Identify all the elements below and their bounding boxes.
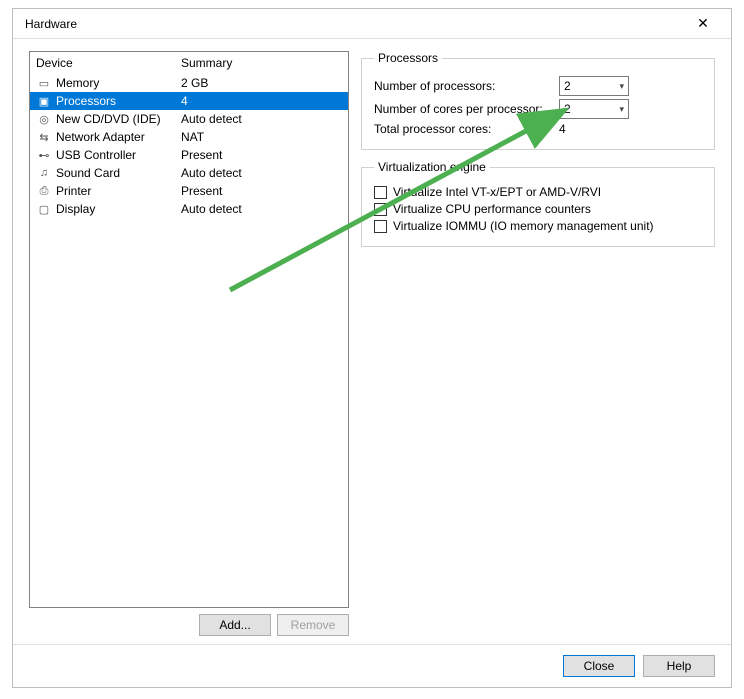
table-row[interactable]: ◎ New CD/DVD (IDE)Auto detect: [30, 110, 348, 128]
device-name: Processors: [56, 94, 181, 108]
virt-vtx-row[interactable]: Virtualize Intel VT-x/EPT or AMD-V/RVI: [374, 185, 702, 199]
device-summary: 2 GB: [181, 76, 342, 90]
table-row[interactable]: ⎙ PrinterPresent: [30, 182, 348, 200]
virt-vtx-label: Virtualize Intel VT-x/EPT or AMD-V/RVI: [393, 185, 601, 199]
chevron-down-icon: ▾: [619, 104, 624, 115]
device-summary: Auto detect: [181, 202, 342, 216]
virt-iommu-label: Virtualize IOMMU (IO memory management u…: [393, 219, 654, 233]
list-buttons: Add... Remove: [29, 608, 349, 636]
device-summary: NAT: [181, 130, 342, 144]
num-processors-value: 2: [564, 79, 571, 93]
hardware-dialog: Hardware ✕ Device Summary ▭ Memory2 GB ▣ Pr…: [12, 8, 732, 688]
dialog-footer: Close Help: [13, 644, 731, 687]
remove-button: Remove: [277, 614, 349, 636]
num-processors-row: Number of processors: 2 ▾: [374, 76, 702, 96]
device-summary: Auto detect: [181, 166, 342, 180]
cores-per-processor-value: 2: [564, 102, 571, 116]
total-cores-row: Total processor cores: 4: [374, 122, 702, 136]
checkbox-icon[interactable]: [374, 203, 387, 216]
device-name: Memory: [56, 76, 181, 90]
device-summary: Present: [181, 184, 342, 198]
num-processors-label: Number of processors:: [374, 79, 559, 93]
help-button[interactable]: Help: [643, 655, 715, 677]
processors-legend: Processors: [374, 51, 442, 65]
table-row[interactable]: ⇆ Network AdapterNAT: [30, 128, 348, 146]
table-row[interactable]: ▭ Memory2 GB: [30, 74, 348, 92]
titlebar: Hardware ✕: [13, 9, 731, 39]
list-rows: ▭ Memory2 GB ▣ Processors4 ◎ New CD/DVD (IDE)…: [30, 74, 348, 607]
device-name: Display: [56, 202, 181, 216]
printer-icon: ⎙: [36, 184, 52, 198]
total-cores-value: 4: [559, 122, 619, 136]
close-button[interactable]: Close: [563, 655, 635, 677]
checkbox-icon[interactable]: [374, 220, 387, 233]
device-pane: Device Summary ▭ Memory2 GB ▣ Processors4 ◎ N…: [29, 51, 349, 636]
processor-icon: ▣: [36, 94, 52, 108]
virt-counters-row[interactable]: Virtualize CPU performance counters: [374, 202, 702, 216]
device-name: Sound Card: [56, 166, 181, 180]
memory-icon: ▭: [36, 76, 52, 90]
virt-iommu-row[interactable]: Virtualize IOMMU (IO memory management u…: [374, 219, 702, 233]
processors-group: Processors Number of processors: 2 ▾ Num…: [361, 51, 715, 150]
table-row[interactable]: ♫ Sound CardAuto detect: [30, 164, 348, 182]
display-icon: ▢: [36, 202, 52, 216]
device-summary: Present: [181, 148, 342, 162]
device-name: USB Controller: [56, 148, 181, 162]
list-header: Device Summary: [30, 52, 348, 74]
table-row[interactable]: ⊷ USB ControllerPresent: [30, 146, 348, 164]
cores-per-processor-select[interactable]: 2 ▾: [559, 99, 629, 119]
cores-per-processor-label: Number of cores per processor:: [374, 102, 559, 116]
add-button[interactable]: Add...: [199, 614, 271, 636]
total-cores-label: Total processor cores:: [374, 122, 559, 136]
device-summary: Auto detect: [181, 112, 342, 126]
device-name: Printer: [56, 184, 181, 198]
device-summary: 4: [181, 94, 342, 108]
device-list[interactable]: Device Summary ▭ Memory2 GB ▣ Processors4 ◎ N…: [29, 51, 349, 608]
table-row[interactable]: ▢ DisplayAuto detect: [30, 200, 348, 218]
network-icon: ⇆: [36, 130, 52, 144]
device-name: Network Adapter: [56, 130, 181, 144]
close-icon[interactable]: ✕: [683, 10, 723, 38]
device-name: New CD/DVD (IDE): [56, 112, 181, 126]
virt-counters-label: Virtualize CPU performance counters: [393, 202, 591, 216]
chevron-down-icon: ▾: [619, 81, 624, 92]
table-row[interactable]: ▣ Processors4: [30, 92, 348, 110]
column-device: Device: [36, 56, 181, 70]
usb-icon: ⊷: [36, 148, 52, 162]
virtualization-legend: Virtualization engine: [374, 160, 490, 174]
window-title: Hardware: [25, 17, 683, 31]
column-summary: Summary: [181, 56, 342, 70]
dialog-body: Device Summary ▭Memory2 GB▣Processors4◎N…: [13, 39, 731, 644]
cd-icon: ◎: [36, 112, 52, 126]
num-processors-select[interactable]: 2 ▾: [559, 76, 629, 96]
cores-per-processor-row: Number of cores per processor: 2 ▾: [374, 99, 702, 119]
settings-pane: Processors Number of processors: 2 ▾ Num…: [361, 51, 715, 636]
virtualization-group: Virtualization engine Virtualize Intel V…: [361, 160, 715, 247]
checkbox-icon[interactable]: [374, 186, 387, 199]
sound-icon: ♫: [36, 166, 52, 180]
